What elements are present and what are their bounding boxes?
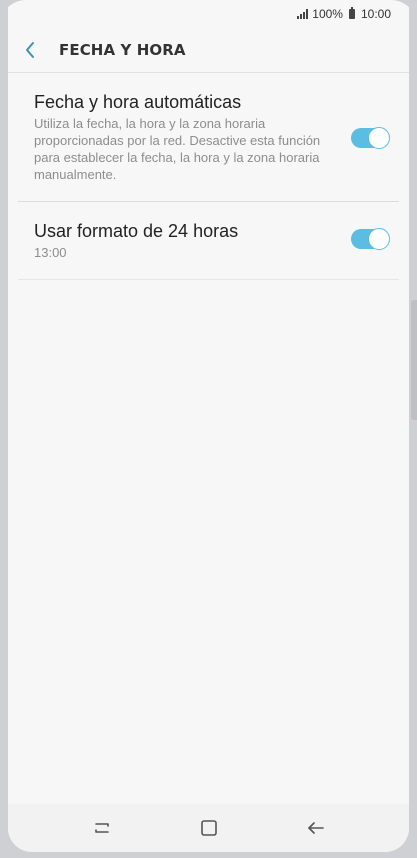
header: FECHA Y HORA: [8, 28, 409, 72]
device-frame: 100% 10:00 FECHA Y HORA Fecha y hora aut…: [0, 0, 417, 858]
back-arrow-icon: [307, 822, 324, 834]
battery-percent: 100%: [312, 7, 343, 21]
toggle-knob: [368, 228, 390, 250]
list-divider: [18, 279, 399, 280]
setting-title: Fecha y hora automáticas: [34, 92, 242, 112]
navigation-bar: [8, 804, 409, 852]
back-button[interactable]: [10, 28, 50, 72]
setting-auto-datetime[interactable]: Fecha y hora automáticas Utiliza la fech…: [18, 73, 399, 201]
status-time: 10:00: [360, 7, 391, 21]
home-icon: [200, 820, 217, 836]
side-rail: [411, 300, 417, 420]
signal-icon: [297, 9, 309, 19]
chevron-left-icon: [26, 42, 34, 58]
auto-datetime-toggle[interactable]: [351, 127, 390, 149]
setting-description: Utiliza la fecha, la hora y la zona hora…: [34, 116, 321, 182]
page-title: FECHA Y HORA: [59, 41, 186, 59]
24-hour-format-toggle[interactable]: [351, 228, 390, 250]
back-nav-button[interactable]: [296, 808, 336, 848]
setting-value: 13:00: [34, 245, 67, 260]
settings-list: Fecha y hora automáticas Utiliza la fech…: [8, 73, 409, 280]
recent-apps-icon: [94, 823, 109, 833]
recent-apps-button[interactable]: [82, 808, 122, 848]
home-button[interactable]: [189, 808, 229, 848]
battery-icon: [348, 7, 355, 19]
toggle-knob: [368, 127, 390, 149]
setting-24-hour-format[interactable]: Usar formato de 24 horas 13:00: [18, 201, 399, 279]
screen: 100% 10:00 FECHA Y HORA Fecha y hora aut…: [8, 0, 409, 852]
status-bar: 100% 10:00: [8, 0, 409, 28]
setting-title: Usar formato de 24 horas: [34, 221, 239, 241]
